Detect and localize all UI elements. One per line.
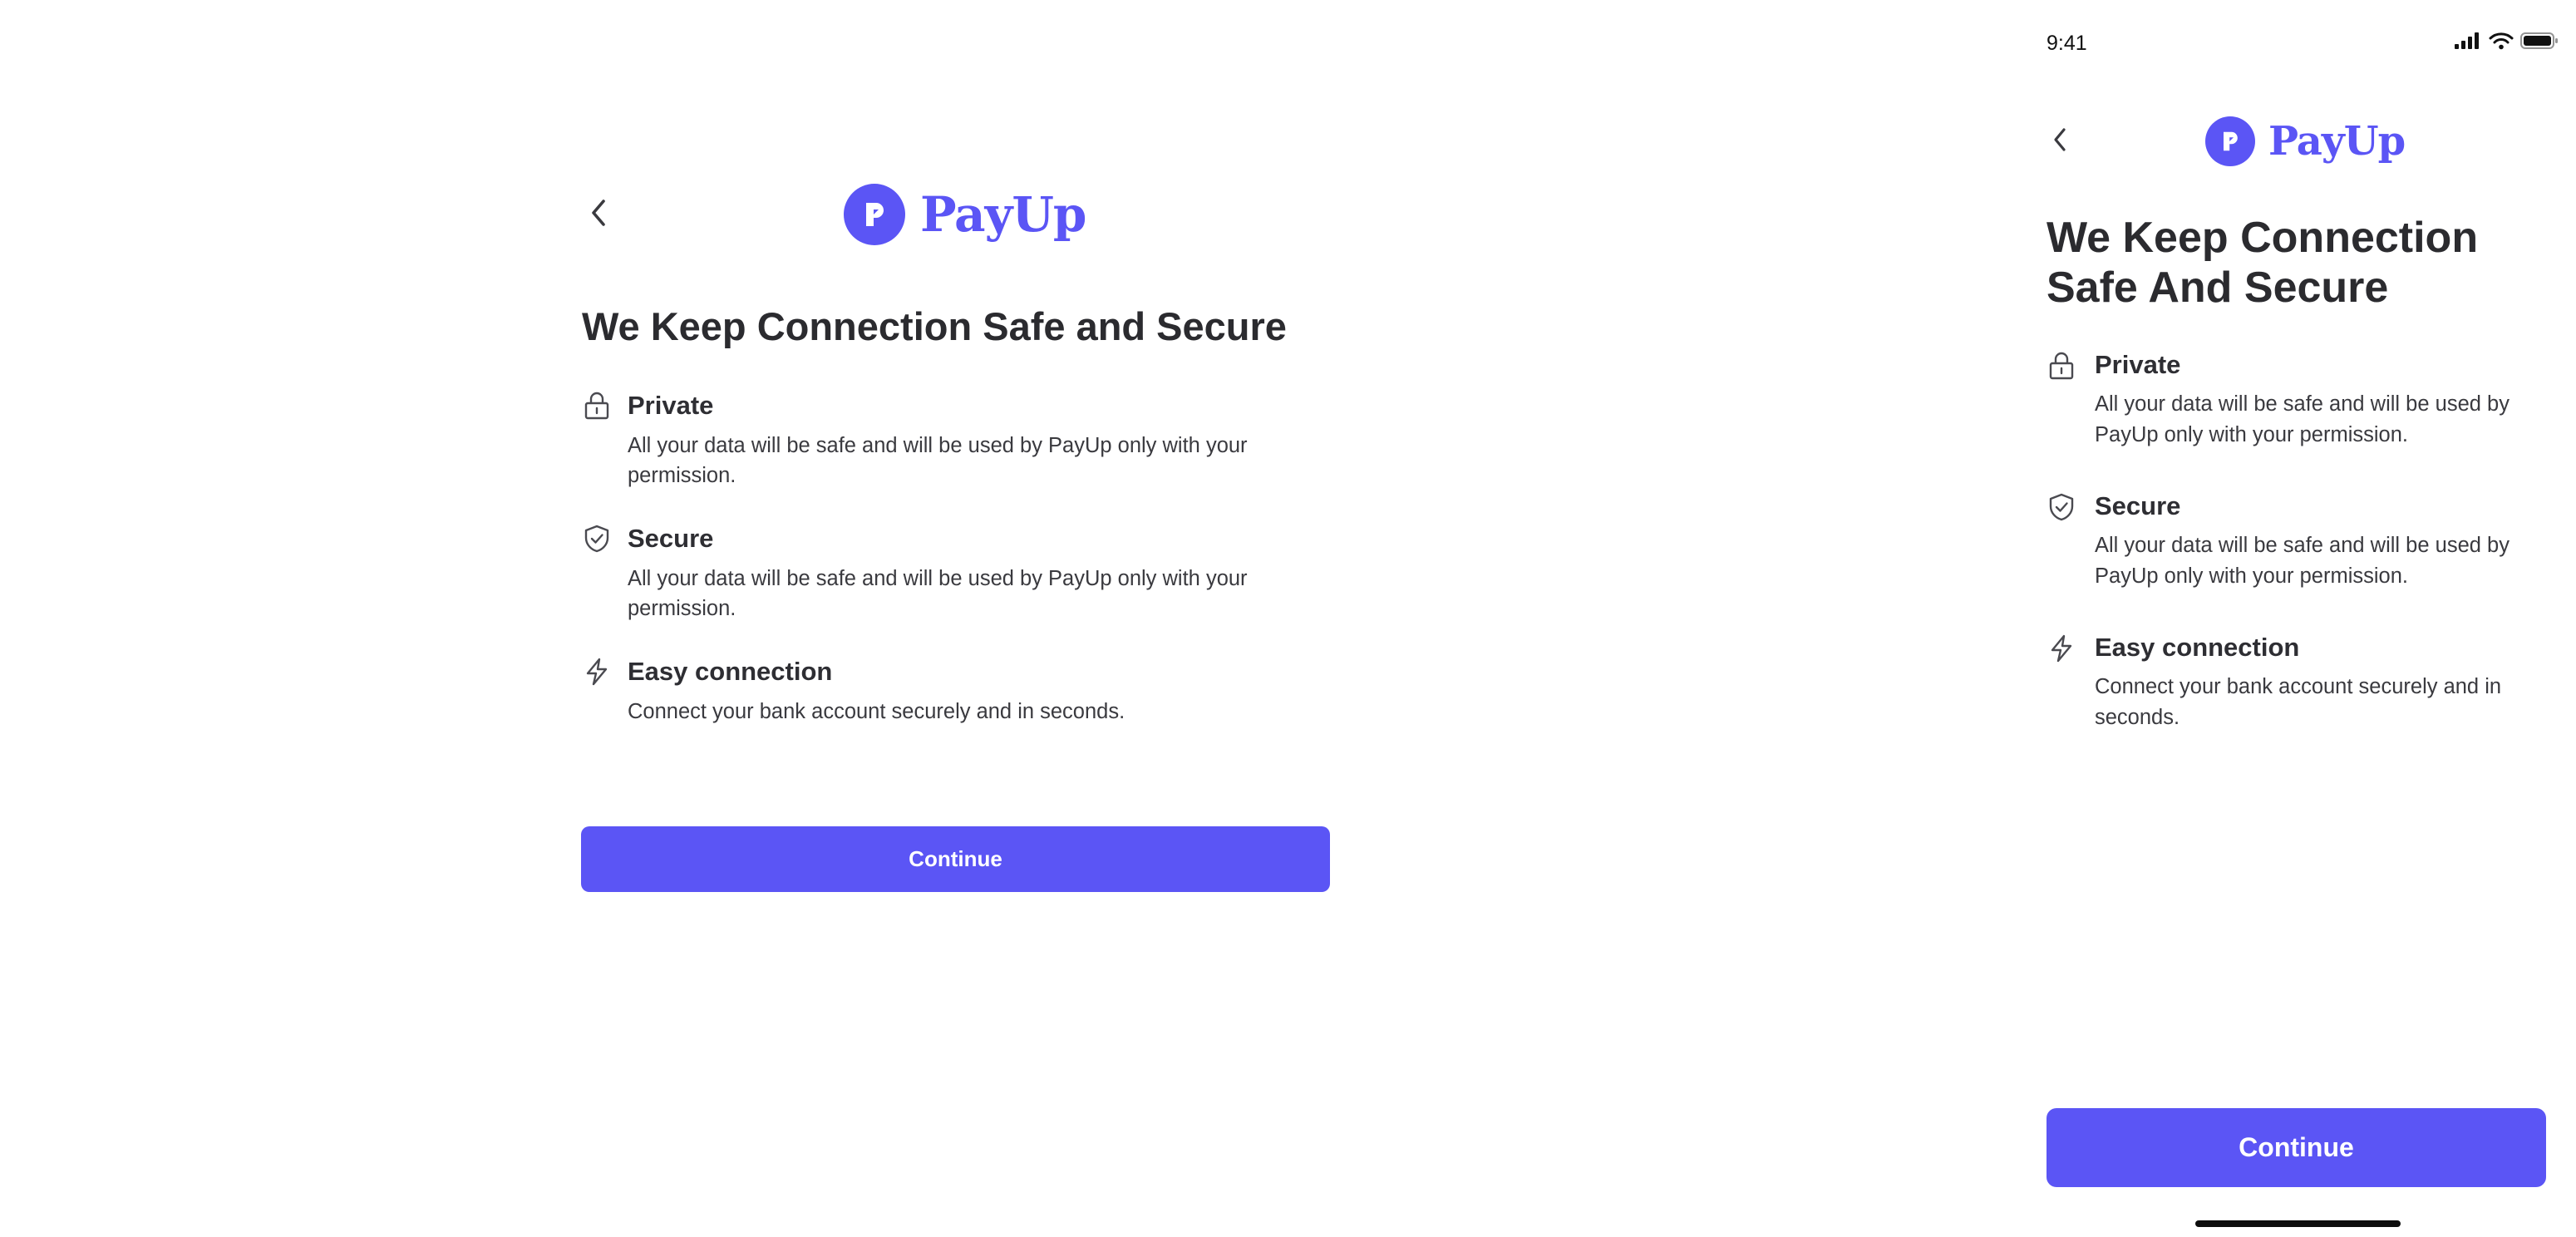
feature-title: Secure — [628, 524, 714, 553]
continue-button[interactable]: Continue — [2047, 1108, 2546, 1187]
shield-check-icon — [584, 525, 609, 553]
brand-logo: PayUp — [2205, 116, 2406, 167]
status-time: 9:41 — [2047, 32, 2087, 55]
back-button[interactable] — [2045, 125, 2075, 155]
cellular-signal-icon — [2455, 32, 2479, 49]
chevron-left-icon — [2054, 128, 2066, 151]
payup-logo-icon — [844, 184, 905, 245]
lock-icon — [584, 392, 609, 420]
continue-button[interactable]: Continue — [581, 826, 1330, 892]
feature-title: Secure — [2095, 491, 2181, 520]
feature-title: Private — [628, 391, 714, 420]
brand-name: PayUp — [920, 186, 1086, 243]
status-icons — [2454, 30, 2559, 52]
lock-icon — [2049, 352, 2074, 380]
payup-logo-icon — [2205, 116, 2255, 166]
page-title: We Keep Connection Safe and Secure — [582, 304, 1287, 348]
feature-description: All your data will be safe and will be u… — [628, 434, 1248, 487]
lightning-icon — [586, 658, 608, 686]
feature-title: Private — [2095, 350, 2181, 379]
chevron-left-icon — [592, 200, 605, 226]
feature-description: Connect your bank account securely and i… — [2095, 675, 2502, 729]
home-indicator — [2195, 1220, 2401, 1227]
feature-description: Connect your bank account securely and i… — [628, 700, 1125, 723]
brand-logo: PayUp — [844, 183, 1086, 246]
shield-check-icon — [2049, 493, 2074, 521]
wifi-icon — [2489, 32, 2514, 50]
page-title: We Keep Connection Safe And Secure — [2047, 214, 2479, 312]
feature-description: All your data will be safe and will be u… — [2095, 534, 2510, 588]
back-button[interactable] — [582, 196, 615, 229]
feature-title: Easy connection — [628, 657, 833, 686]
lightning-icon — [2051, 634, 2072, 663]
feature-title: Easy connection — [2095, 633, 2300, 662]
feature-description: All your data will be safe and will be u… — [2095, 392, 2510, 446]
feature-description: All your data will be safe and will be u… — [628, 567, 1248, 620]
battery-icon — [2520, 32, 2558, 49]
brand-name: PayUp — [2268, 118, 2406, 165]
